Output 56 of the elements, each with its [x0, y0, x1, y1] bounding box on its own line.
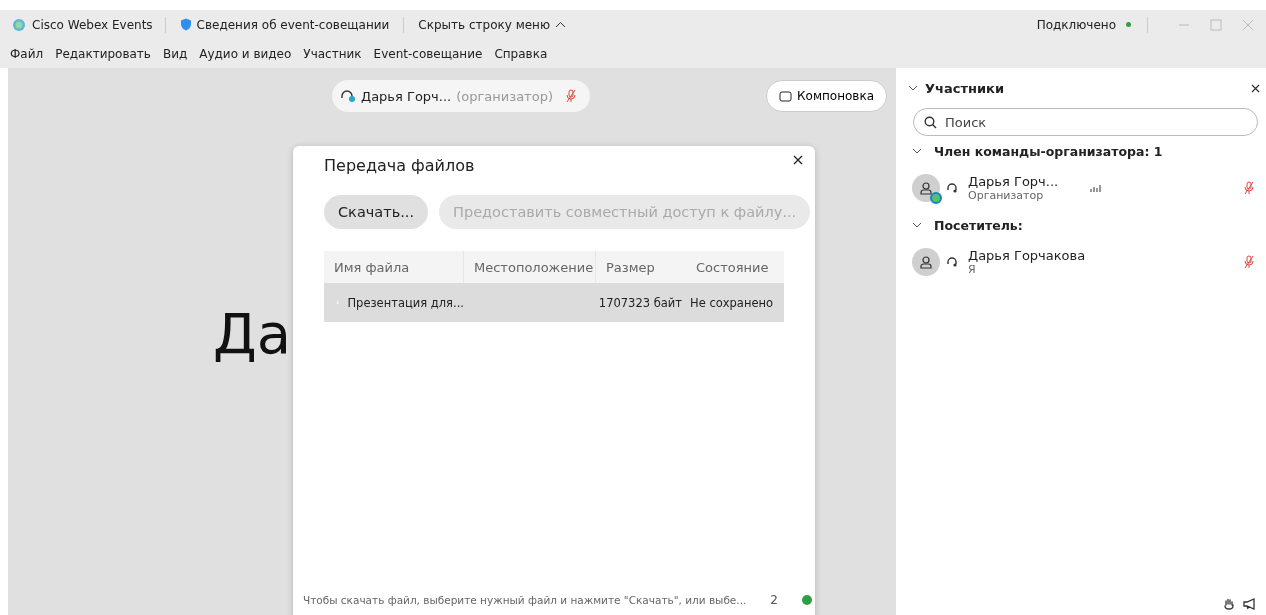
file-status: Не сохранено — [689, 295, 775, 310]
audio-level-icon — [1090, 183, 1102, 193]
app-logo-icon — [12, 17, 26, 32]
file-row[interactable]: Презентация для... 1707323 байт Не сохранено — [324, 283, 784, 322]
status-dot-icon — [1126, 22, 1131, 27]
dialog-button[interactable]: Скачать... — [324, 195, 429, 229]
headset-icon — [340, 89, 356, 103]
muted-mic-icon[interactable] — [1244, 181, 1254, 195]
file-count: 2 — [770, 593, 778, 607]
meeting-info-button[interactable]: Сведения об event-совещании — [177, 17, 392, 32]
megaphone-icon[interactable] — [1243, 598, 1256, 610]
host-badge-icon — [930, 192, 942, 204]
dialog-title: Передача файлов — [324, 156, 476, 175]
person-icon — [919, 255, 933, 269]
raise-hand-icon[interactable] — [1223, 597, 1235, 611]
app-name: Cisco Webex Events — [32, 17, 153, 32]
column-header: Размер — [605, 258, 656, 277]
participant-role: Я — [968, 263, 977, 276]
person-icon — [919, 181, 933, 195]
chevron-icon — [912, 222, 922, 228]
status-dot-icon — [802, 595, 812, 605]
participant-name: Дарья Горчакова — [968, 248, 1086, 263]
menu-item[interactable]: Event-совещание — [373, 46, 483, 61]
file-size: 1707323 байт — [597, 295, 683, 310]
speaker-name: Дарья Горч... — [361, 88, 452, 104]
stage-name: Да — [213, 306, 292, 362]
chevron-up-icon — [555, 21, 567, 28]
chevron-icon — [912, 148, 922, 154]
menu-item[interactable]: Редактировать — [55, 46, 151, 61]
participant-role: Организатор — [968, 189, 1045, 202]
headset-icon — [946, 256, 958, 268]
chevron-down-icon[interactable] — [908, 85, 918, 91]
group-header[interactable]: Член команды-организатора: 1 — [908, 136, 1260, 166]
close-icon[interactable] — [1251, 83, 1260, 93]
group-header[interactable]: Посетитель: — [908, 210, 1260, 240]
speaker-role: (организатор) — [456, 88, 553, 104]
shield-icon — [179, 18, 192, 31]
headset-icon — [946, 182, 958, 194]
close-icon[interactable] — [793, 155, 803, 165]
window-icon — [779, 90, 793, 102]
search-icon — [924, 116, 937, 129]
menu-item[interactable]: Аудио и видео — [199, 46, 292, 61]
layout-button[interactable]: Компоновка — [766, 80, 887, 112]
participant-name: Дарья Горч... — [968, 174, 1059, 189]
menu-item[interactable]: Вид — [162, 46, 188, 61]
hide-menu-button[interactable]: Скрыть строку меню — [416, 17, 569, 32]
panel-title: Участники — [925, 80, 1004, 96]
file-name: Презентация для... — [347, 295, 464, 310]
muted-mic-icon[interactable] — [1244, 255, 1254, 269]
menu-item[interactable]: Справка — [494, 46, 548, 61]
menu-item[interactable]: Файл — [10, 46, 44, 61]
search-field[interactable]: Поиск — [913, 108, 1258, 136]
hint-text: Чтобы скачать файл, выберите нужный файл и нажмите "Скачать", или выбе... — [303, 594, 747, 606]
column-header: Состояние — [695, 258, 770, 277]
connection-status: Подключено — [1036, 17, 1116, 32]
menu-item[interactable]: Участник — [303, 46, 362, 61]
